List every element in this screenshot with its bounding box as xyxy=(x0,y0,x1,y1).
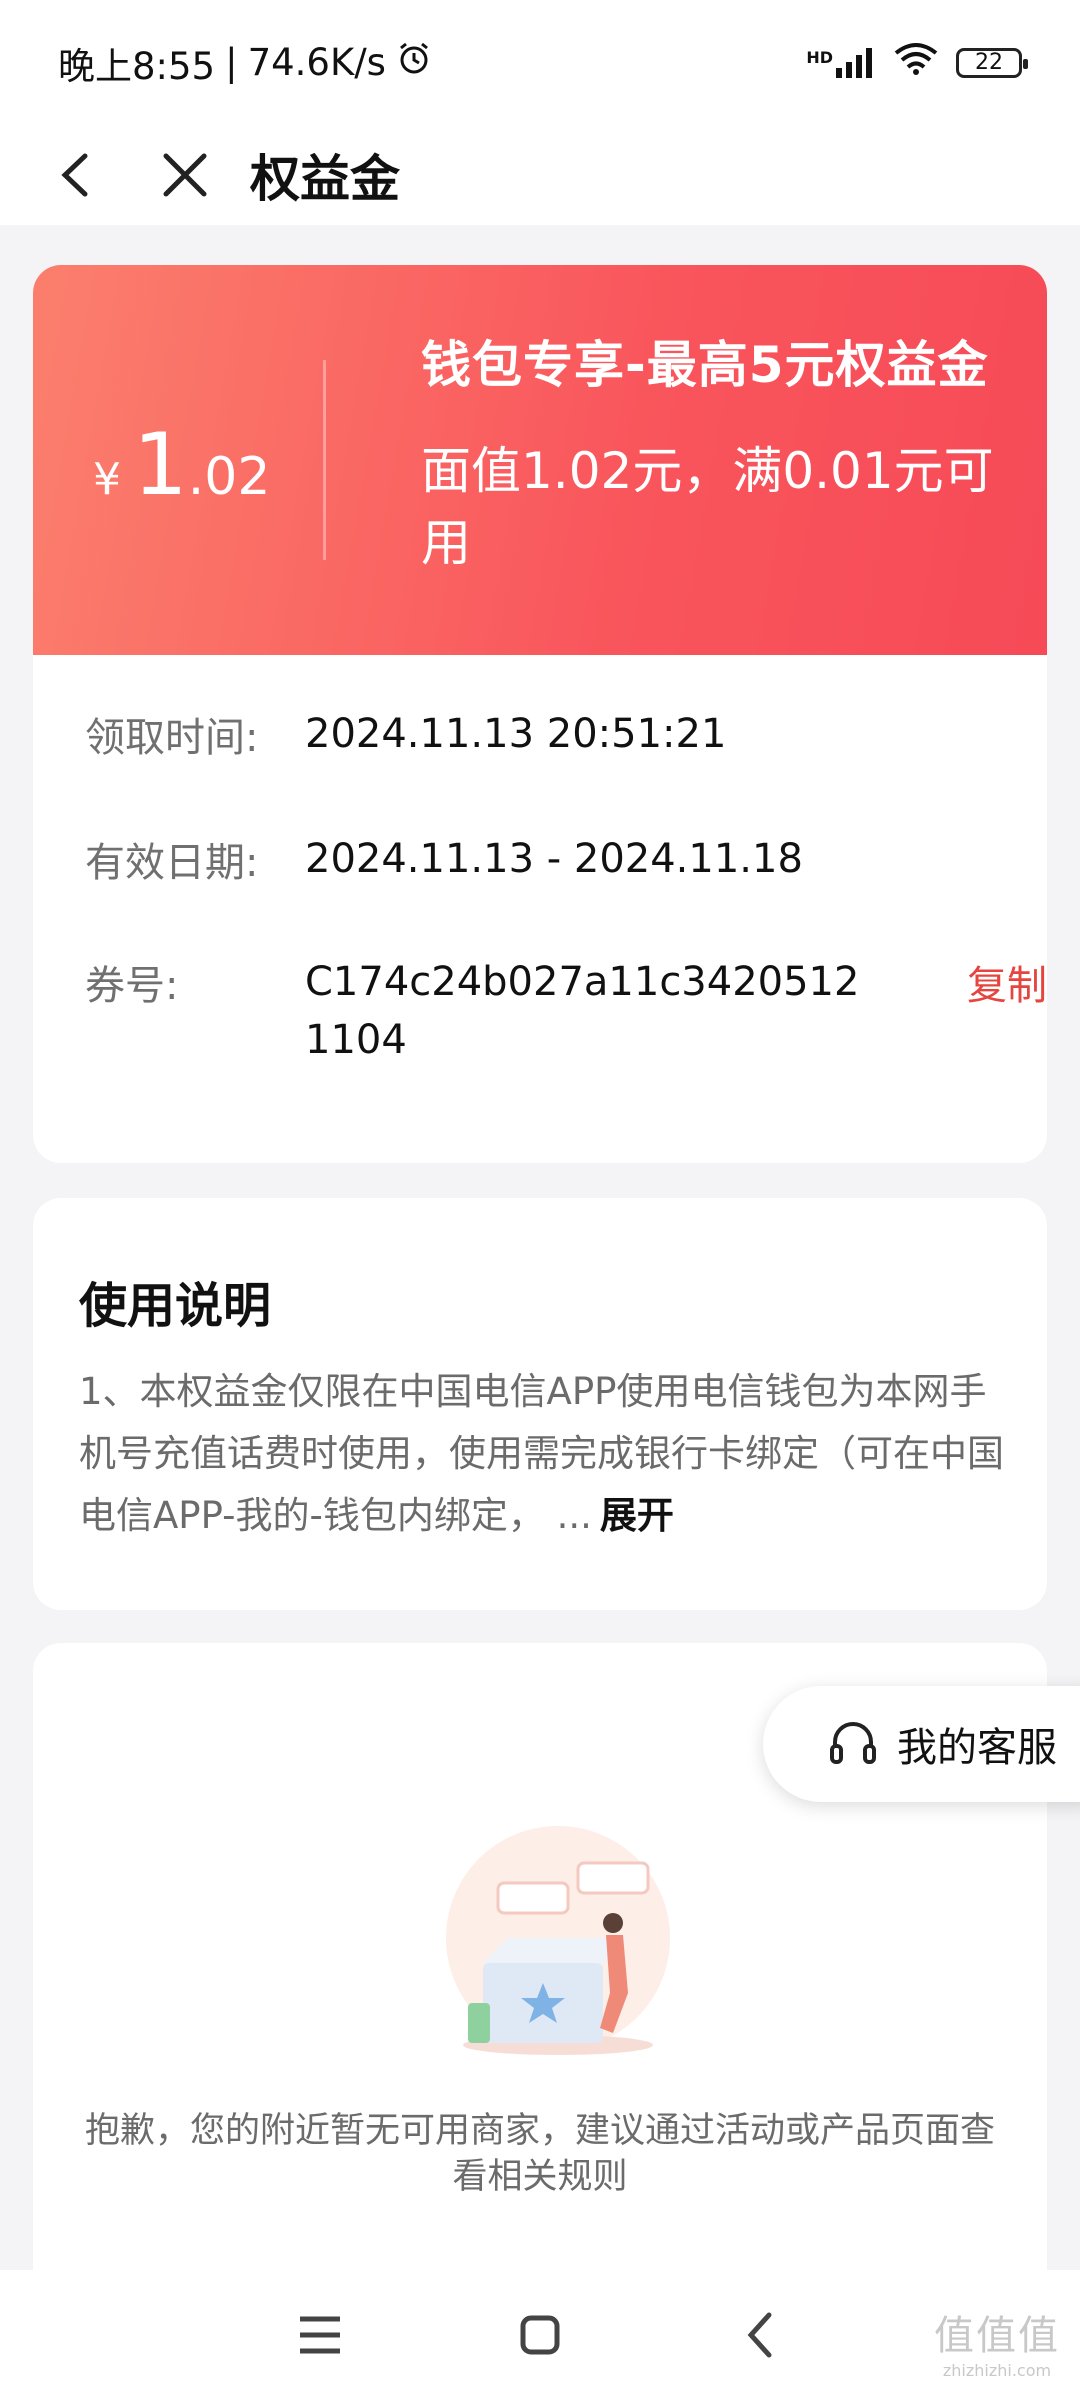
coupon-divider xyxy=(323,360,326,560)
back-icon xyxy=(61,153,88,197)
status-separator: | xyxy=(225,41,238,84)
coupon-number-value: C174c24b027a11c34205121104 xyxy=(305,959,860,1063)
coupon-number-label: 券号: xyxy=(85,963,179,1009)
usage-text: 1、本权益金仅限在中国电信APP使用电信钱包为本网手机号充值话费时使用，使用需完… xyxy=(79,1370,1004,1537)
receive-time-label: 领取时间: xyxy=(85,715,259,761)
status-left: 晚上8:55 | 74.6K/s xyxy=(58,36,432,90)
valid-date-row: 有效日期: 2024.11.13 - 2024.11.18 xyxy=(85,830,865,888)
headset-icon xyxy=(830,1722,876,1764)
system-back-button[interactable] xyxy=(725,2300,795,2370)
menu-icon xyxy=(300,2316,340,2354)
coupon-amount: ¥ 1 .02 xyxy=(93,415,270,515)
customer-service-label: 我的客服 xyxy=(897,1725,1057,1771)
close-button[interactable] xyxy=(150,140,220,210)
close-icon xyxy=(163,153,207,197)
hd-label: HD xyxy=(806,47,833,67)
wifi-icon xyxy=(894,41,938,84)
status-time: 晚上8:55 xyxy=(58,44,216,88)
status-bar: 晚上8:55 | 74.6K/s HD 22 xyxy=(0,0,1080,125)
home-icon xyxy=(520,2315,560,2355)
watermark-logo: 值值值 xyxy=(934,2313,1060,2359)
coupon-card: ¥ 1 .02 钱包专享-最高5元权益金 面值1.02元，满0.01元可用 领取… xyxy=(33,265,1047,1163)
system-back-icon xyxy=(747,2312,772,2358)
amount-decimal: .02 xyxy=(187,447,271,507)
expand-button[interactable]: 展开 xyxy=(600,1494,674,1537)
status-right: HD 22 xyxy=(806,41,1028,84)
back-button[interactable] xyxy=(40,140,110,210)
coupon-title: 钱包专享-最高5元权益金 xyxy=(421,336,989,394)
signal-icon: HD xyxy=(806,47,876,78)
valid-date-label: 有效日期: xyxy=(85,840,259,886)
receive-time-value: 2024.11.13 20:51:21 xyxy=(305,711,727,757)
alarm-icon xyxy=(396,40,432,85)
battery-icon: 22 xyxy=(956,47,1028,78)
valid-date-value: 2024.11.13 - 2024.11.18 xyxy=(305,836,803,882)
amount-integer: 1 xyxy=(133,415,188,515)
coupon-description: 面值1.02元，满0.01元可用 xyxy=(421,442,994,572)
currency-symbol: ¥ xyxy=(93,454,121,505)
watermark-url: zhizhizhi.com xyxy=(942,2361,1052,2380)
system-nav-bar xyxy=(0,2270,1080,2400)
empty-state-illustration xyxy=(428,1823,698,2063)
page-title: 权益金 xyxy=(250,150,400,208)
receive-time-row: 领取时间: 2024.11.13 20:51:21 xyxy=(85,705,865,763)
usage-card: 使用说明 1、本权益金仅限在中国电信APP使用电信钱包为本网手机号充值话费时使用… xyxy=(33,1198,1047,1610)
copy-button[interactable]: 复制 xyxy=(967,953,1047,1011)
coupon-scallop-edge xyxy=(33,645,1047,665)
menu-button[interactable] xyxy=(285,2300,355,2370)
watermark: 值值值 zhizhizhi.com xyxy=(934,2303,1060,2380)
customer-service-button[interactable]: 我的客服 xyxy=(763,1686,1080,1802)
coupon-number-row: 券号: C174c24b027a11c34205121104 复制 xyxy=(85,953,1047,1069)
coupon-header: ¥ 1 .02 钱包专享-最高5元权益金 面值1.02元，满0.01元可用 xyxy=(33,265,1047,655)
usage-title: 使用说明 xyxy=(79,1278,272,1334)
home-button[interactable] xyxy=(505,2300,575,2370)
usage-body: 1、本权益金仅限在中国电信APP使用电信钱包为本网手机号充值话费时使用，使用需完… xyxy=(79,1361,1009,1547)
empty-state-text: 抱歉，您的附近暂无可用商家，建议通过活动或产品页面查看相关规则 xyxy=(84,2111,995,2197)
nav-bar: 权益金 xyxy=(0,125,1080,225)
network-speed: 74.6K/s xyxy=(247,41,386,84)
